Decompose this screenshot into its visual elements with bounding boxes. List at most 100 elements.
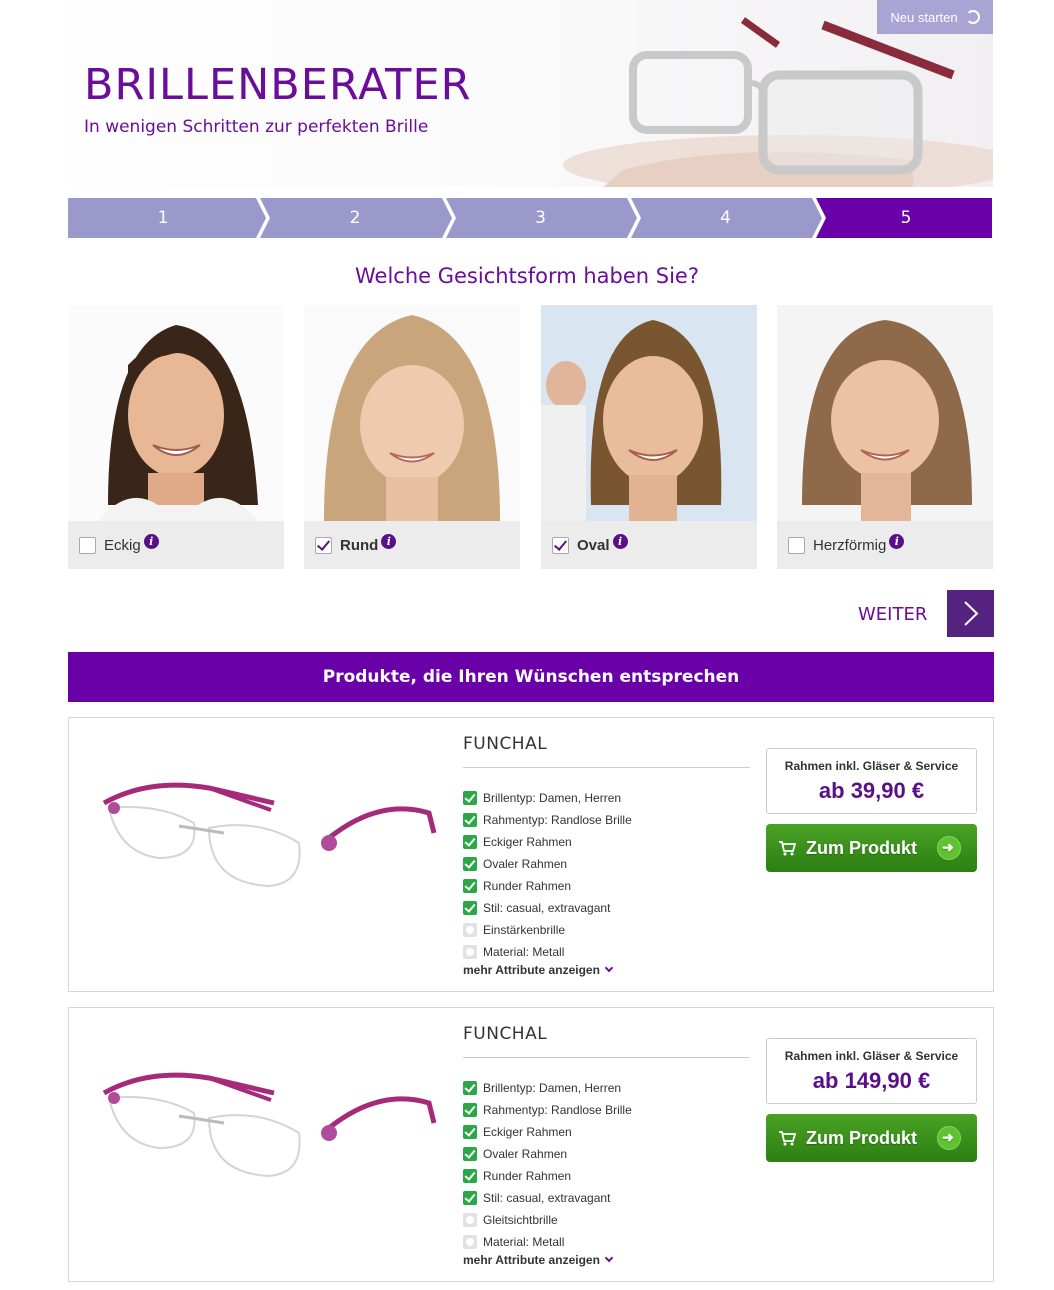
attribute-item: Stil: casual, extravagant [463,1187,632,1209]
price-box: Rahmen inkl. Gläser & Service ab 39,90 € [766,748,977,814]
more-attributes-link[interactable]: mehr Attribute anzeigen [463,963,614,977]
to-product-button[interactable]: Zum Produkt [766,824,977,872]
face-photo [777,305,993,521]
price-value: ab 149,90 € [812,1068,931,1093]
attribute-item: Brillentyp: Damen, Herren [463,787,632,809]
face-photo [541,305,757,521]
attribute-item: Material: Metall [463,1231,632,1253]
page-subtitle: In wenigen Schritten zur perfekten Brill… [84,117,429,137]
cart-icon [779,841,796,856]
attribute-item: Runder Rahmen [463,1165,632,1187]
check-icon [463,1125,477,1139]
check-icon [463,879,477,893]
check-icon [463,1169,477,1183]
product-glasses-image [102,1072,437,1178]
more-attributes-link[interactable]: mehr Attribute anzeigen [463,1253,614,1267]
check-icon [463,901,477,915]
attribute-item: Rahmentyp: Randlose Brille [463,1099,632,1121]
unmatched-icon [463,1213,477,1227]
checkbox-herzfoermig[interactable] [788,536,805,554]
price-value: ab 39,90 € [818,778,925,803]
attribute-item: Einstärkenbrille [463,919,632,941]
price-label: Rahmen inkl. Gläser & Service [784,759,959,773]
weiter-label[interactable]: WEITER [858,604,927,625]
page-title: BRILLENBERATER [84,60,472,110]
face-photo [68,305,284,521]
info-icon[interactable]: i [889,533,905,549]
checkbox-oval[interactable] [552,536,569,554]
product-glasses-image [102,782,437,888]
product-name[interactable]: FUNCHAL [463,734,547,754]
face-option-label: Oval [577,536,610,554]
face-photo [304,305,520,521]
attribute-item: Eckiger Rahmen [463,831,632,853]
attribute-item: Rahmentyp: Randlose Brille [463,809,632,831]
divider [463,767,750,768]
refresh-icon [965,10,980,24]
arrow-right-icon [937,836,961,860]
check-icon [463,835,477,849]
restart-button[interactable]: Neu starten [877,0,993,34]
attribute-item: Brillentyp: Damen, Herren [463,1077,632,1099]
check-icon [463,1103,477,1117]
restart-label: Neu starten [890,9,958,25]
face-option-eckig[interactable]: Eckig i [68,305,284,569]
chevron-down-icon [604,1253,614,1263]
question-heading: Welche Gesichtsform haben Sie? [354,264,700,288]
check-icon [463,791,477,805]
info-icon[interactable]: i [612,533,628,549]
face-option-herzfoermig[interactable]: Herzförmig i [777,305,993,569]
face-option-rund[interactable]: Rund i [304,305,520,569]
face-shape-options: Eckig i Rund i Oval i Herzförmig i [68,305,994,569]
to-product-button[interactable]: Zum Produkt [766,1114,977,1162]
check-icon [463,1081,477,1095]
button-label: Zum Produkt [806,1127,917,1148]
face-option-label: Eckig [104,536,141,554]
unmatched-icon [463,945,477,959]
attribute-item: Ovaler Rahmen [463,1143,632,1165]
step-5[interactable]: 5 [820,198,992,238]
price-box: Rahmen inkl. Gläser & Service ab 149,90 … [766,1038,977,1104]
face-option-row[interactable]: Herzförmig i [777,521,993,569]
face-option-row[interactable]: Eckig i [68,521,284,569]
face-option-row[interactable]: Rund i [304,521,520,569]
info-icon[interactable]: i [143,533,159,549]
info-icon[interactable]: i [381,533,397,549]
face-option-label: Rund [340,536,379,554]
product-card: FUNCHAL Brillentyp: Damen, Herren Rahmen… [68,717,994,992]
face-option-row[interactable]: Oval i [541,521,757,569]
face-option-label: Herzförmig [813,536,887,554]
attribute-item: Eckiger Rahmen [463,1121,632,1143]
unmatched-icon [463,1235,477,1249]
step-1[interactable]: 1 [68,198,258,238]
button-label: Zum Produkt [806,837,917,858]
step-3[interactable]: 3 [450,198,631,238]
cart-icon [779,1131,796,1146]
check-icon [463,857,477,871]
check-icon [463,1147,477,1161]
attribute-list: Brillentyp: Damen, Herren Rahmentyp: Ran… [463,787,632,963]
product-card: FUNCHAL Brillentyp: Damen, Herren Rahmen… [68,1007,994,1282]
step-2[interactable]: 2 [264,198,446,238]
attribute-item: Runder Rahmen [463,875,632,897]
unmatched-icon [463,923,477,937]
checkbox-eckig[interactable] [79,536,96,554]
weiter-button[interactable] [947,590,994,637]
chevron-down-icon [604,963,614,973]
step-progress: 1 2 3 4 5 [68,198,992,238]
check-icon [463,1191,477,1205]
product-name[interactable]: FUNCHAL [463,1024,547,1044]
attribute-item: Ovaler Rahmen [463,853,632,875]
attribute-item: Gleitsichtbrille [463,1209,632,1231]
attribute-item: Stil: casual, extravagant [463,897,632,919]
price-label: Rahmen inkl. Gläser & Service [784,1049,959,1063]
chevron-right-icon [964,601,979,626]
checkbox-rund[interactable] [315,536,332,554]
divider [463,1057,750,1058]
check-icon [463,813,477,827]
products-banner: Produkte, die Ihren Wünschen entsprechen [68,652,994,702]
attribute-item: Material: Metall [463,941,632,963]
face-option-oval[interactable]: Oval i [541,305,757,569]
step-4[interactable]: 4 [635,198,816,238]
attribute-list: Brillentyp: Damen, Herren Rahmentyp: Ran… [463,1077,632,1253]
